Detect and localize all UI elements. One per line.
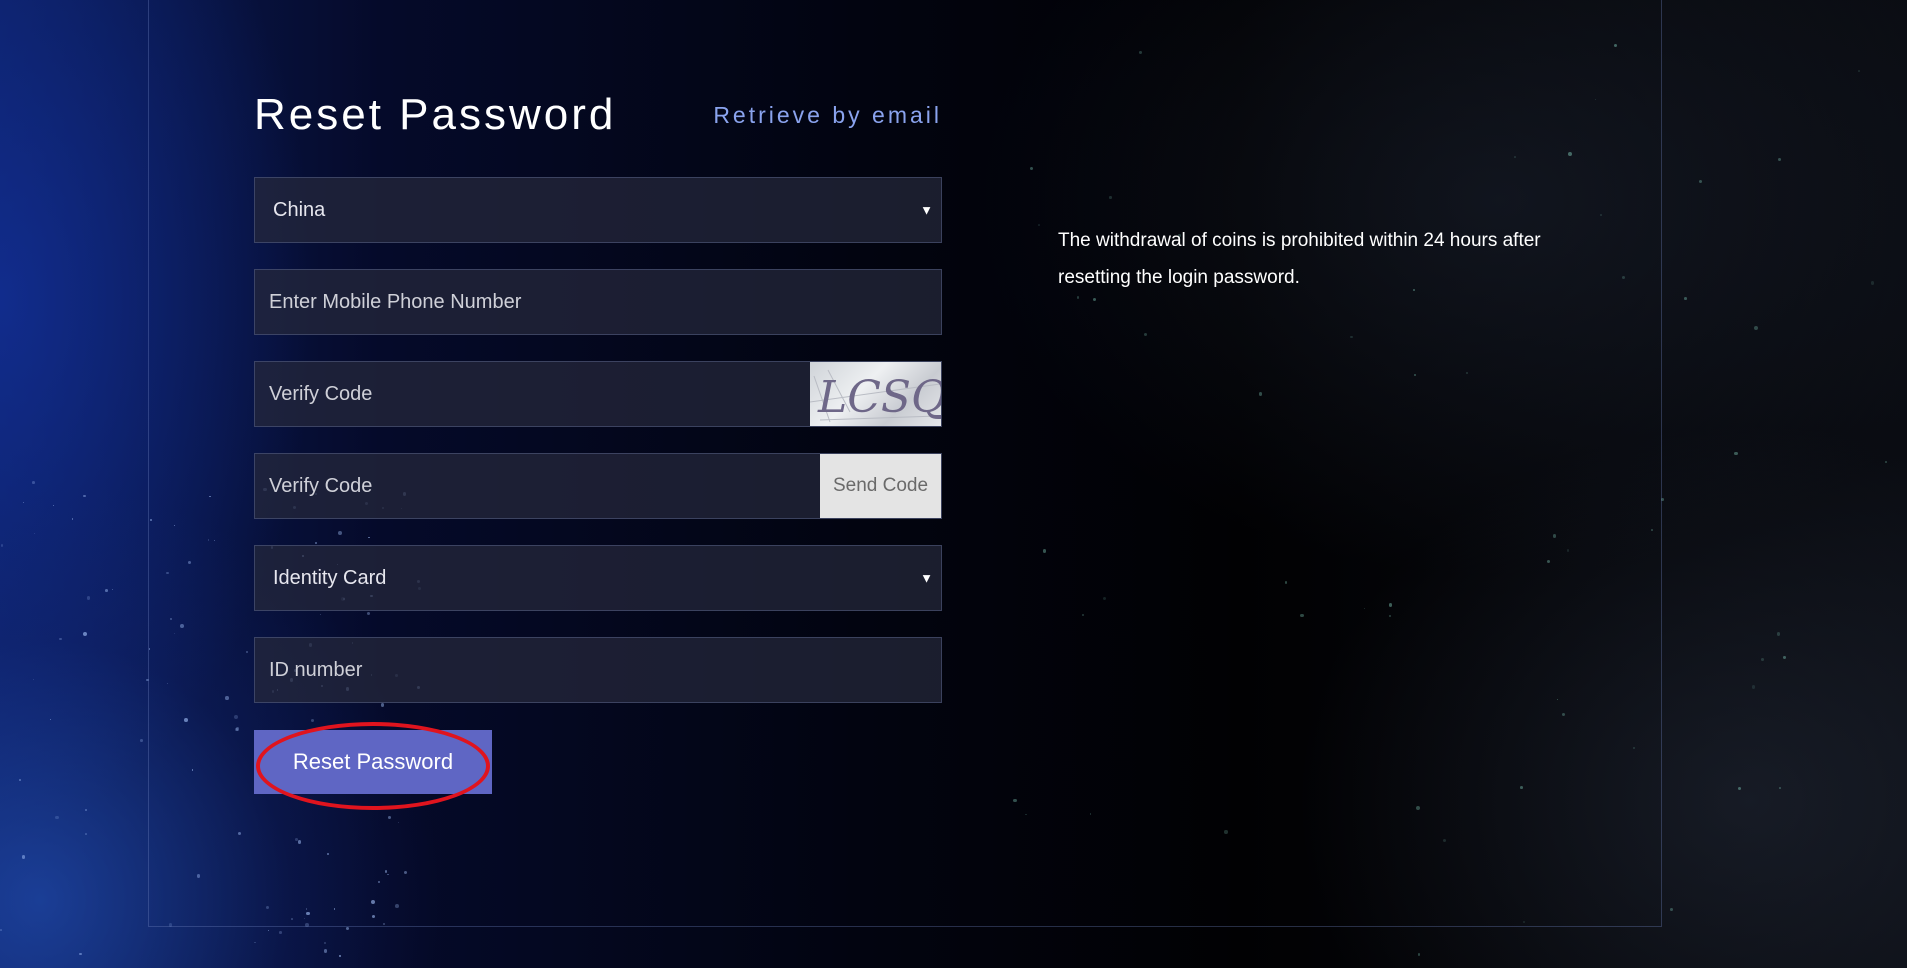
sms-code-field[interactable]: Verify Code Send Code xyxy=(254,453,942,519)
country-select-value: China xyxy=(273,198,326,221)
star xyxy=(279,931,282,934)
star xyxy=(1737,787,1742,791)
captcha-placeholder: Verify Code xyxy=(269,382,373,405)
star xyxy=(79,952,82,956)
star xyxy=(33,532,35,535)
star xyxy=(1777,157,1782,162)
captcha-glyphs: LCSQ xyxy=(810,369,941,423)
star xyxy=(1754,325,1759,330)
star xyxy=(254,941,256,944)
submit-area: Reset Password xyxy=(254,722,492,810)
star xyxy=(31,480,35,484)
star xyxy=(19,779,21,781)
star xyxy=(1778,787,1781,789)
sms-code-placeholder: Verify Code xyxy=(269,474,373,497)
star xyxy=(1751,685,1756,689)
captcha-image[interactable]: LCSQ xyxy=(810,362,941,426)
withdrawal-notice: The withdrawal of coins is prohibited wi… xyxy=(1058,230,1541,288)
star xyxy=(1858,70,1860,72)
star xyxy=(52,505,54,507)
id-type-select-value: Identity Card xyxy=(273,566,387,589)
star xyxy=(111,588,114,591)
star xyxy=(1734,451,1738,456)
captcha-text: LCSQ xyxy=(817,372,941,423)
star xyxy=(23,501,25,503)
page-title: Reset Password xyxy=(254,90,617,139)
star xyxy=(1761,657,1764,661)
country-select[interactable]: China ▼ xyxy=(254,177,942,243)
reset-password-form: Reset Password Retrieve by email China ▼… xyxy=(254,90,942,810)
retrieve-by-email-link[interactable]: Retrieve by email xyxy=(713,102,942,129)
star xyxy=(1884,461,1887,464)
form-header: Reset Password Retrieve by email xyxy=(254,90,942,140)
star xyxy=(83,494,86,497)
star xyxy=(267,929,269,932)
dropdown-arrow-icon: ▼ xyxy=(920,202,933,218)
star xyxy=(1417,953,1420,956)
star xyxy=(345,926,350,931)
star xyxy=(323,949,327,953)
phone-number-field[interactable]: Enter Mobile Phone Number xyxy=(254,269,942,335)
star xyxy=(0,544,3,547)
star xyxy=(21,855,26,859)
star xyxy=(105,588,109,592)
id-type-select[interactable]: Identity Card ▼ xyxy=(254,545,942,611)
star xyxy=(0,929,2,932)
star xyxy=(71,518,74,520)
star xyxy=(1684,297,1688,301)
reset-password-button[interactable]: Reset Password xyxy=(254,730,492,794)
star xyxy=(323,941,327,944)
star xyxy=(54,815,59,820)
star xyxy=(84,809,87,812)
star xyxy=(59,637,62,641)
dropdown-arrow-icon: ▼ xyxy=(920,570,933,586)
captcha-field[interactable]: Verify Code LCSQ xyxy=(254,361,942,427)
star xyxy=(1698,179,1703,183)
star xyxy=(86,596,91,600)
phone-number-placeholder: Enter Mobile Phone Number xyxy=(269,290,522,313)
send-code-button[interactable]: Send Code xyxy=(820,454,941,518)
star xyxy=(1669,908,1673,911)
star xyxy=(83,632,88,637)
star xyxy=(1870,281,1875,286)
star xyxy=(85,832,88,835)
star xyxy=(139,739,143,743)
id-number-placeholder: ID number xyxy=(269,658,363,681)
star xyxy=(339,955,341,957)
id-number-field[interactable]: ID number xyxy=(254,637,942,703)
star xyxy=(1776,631,1781,636)
star xyxy=(1783,656,1786,659)
star xyxy=(49,718,51,720)
star xyxy=(32,678,35,680)
